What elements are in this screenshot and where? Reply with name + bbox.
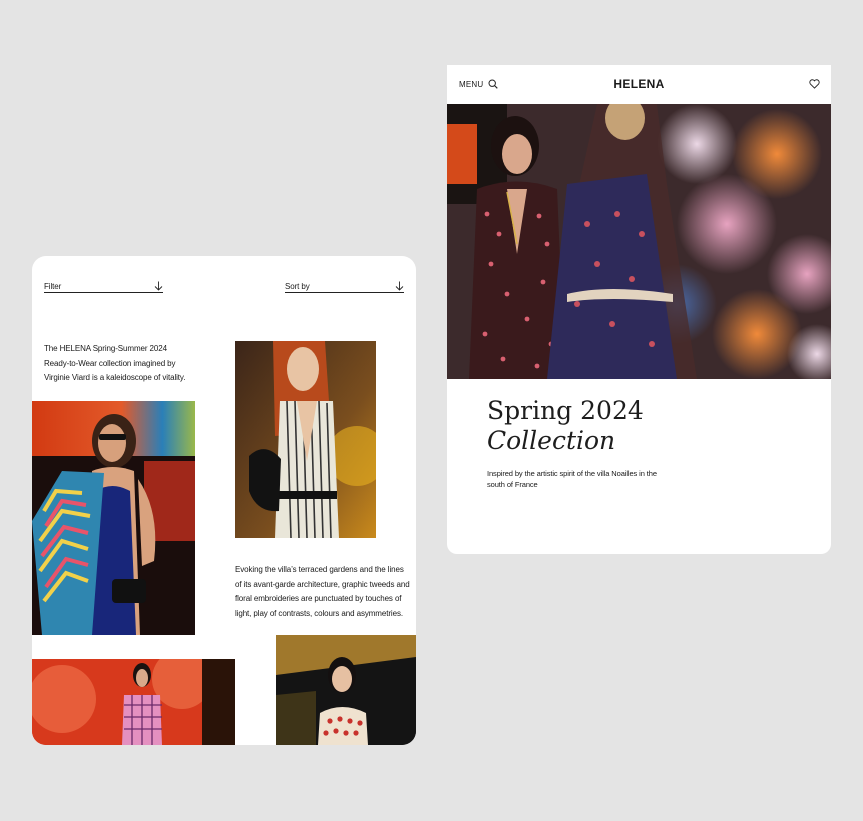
- brand-logo[interactable]: HELENA: [447, 77, 831, 91]
- look-photo-1-image: [32, 401, 195, 635]
- filter-dropdown[interactable]: Filter: [44, 280, 163, 293]
- look-photo-1[interactable]: [32, 401, 195, 635]
- collection-title: Spring 2024 Collection: [487, 396, 644, 456]
- arrow-down-icon: [395, 281, 404, 291]
- arrow-down-icon: [154, 281, 163, 291]
- collection-body-text: Evoking the villa’s terraced gardens and…: [235, 565, 410, 618]
- look-photo-4[interactable]: [276, 635, 416, 745]
- collection-title-line-1: Spring 2024: [487, 396, 644, 425]
- look-photo-2[interactable]: [235, 341, 376, 538]
- look-photo-4-image: [276, 635, 416, 745]
- collection-hero-card: MENU HELENA Spring 2024 Collection Inspi…: [447, 65, 831, 554]
- hero-photo-image: [447, 104, 831, 379]
- collection-subtitle: Inspired by the artistic spirit of the v…: [487, 469, 657, 489]
- top-navigation-bar: MENU HELENA: [447, 65, 831, 104]
- look-photo-3[interactable]: [32, 659, 235, 745]
- look-photo-2-image: [235, 341, 376, 538]
- collection-listing-card: Filter Sort by The HELENA Spring-Summer …: [32, 256, 416, 745]
- heart-icon[interactable]: [809, 79, 820, 89]
- filter-label: Filter: [44, 282, 62, 291]
- sort-label: Sort by: [285, 282, 310, 291]
- look-photo-3-image: [32, 659, 235, 745]
- collection-intro-text: The HELENA Spring-Summer 2024 Ready-to-W…: [44, 344, 186, 382]
- hero-photo[interactable]: [447, 104, 831, 379]
- collection-title-line-2: Collection: [487, 426, 616, 455]
- sort-dropdown[interactable]: Sort by: [285, 280, 404, 293]
